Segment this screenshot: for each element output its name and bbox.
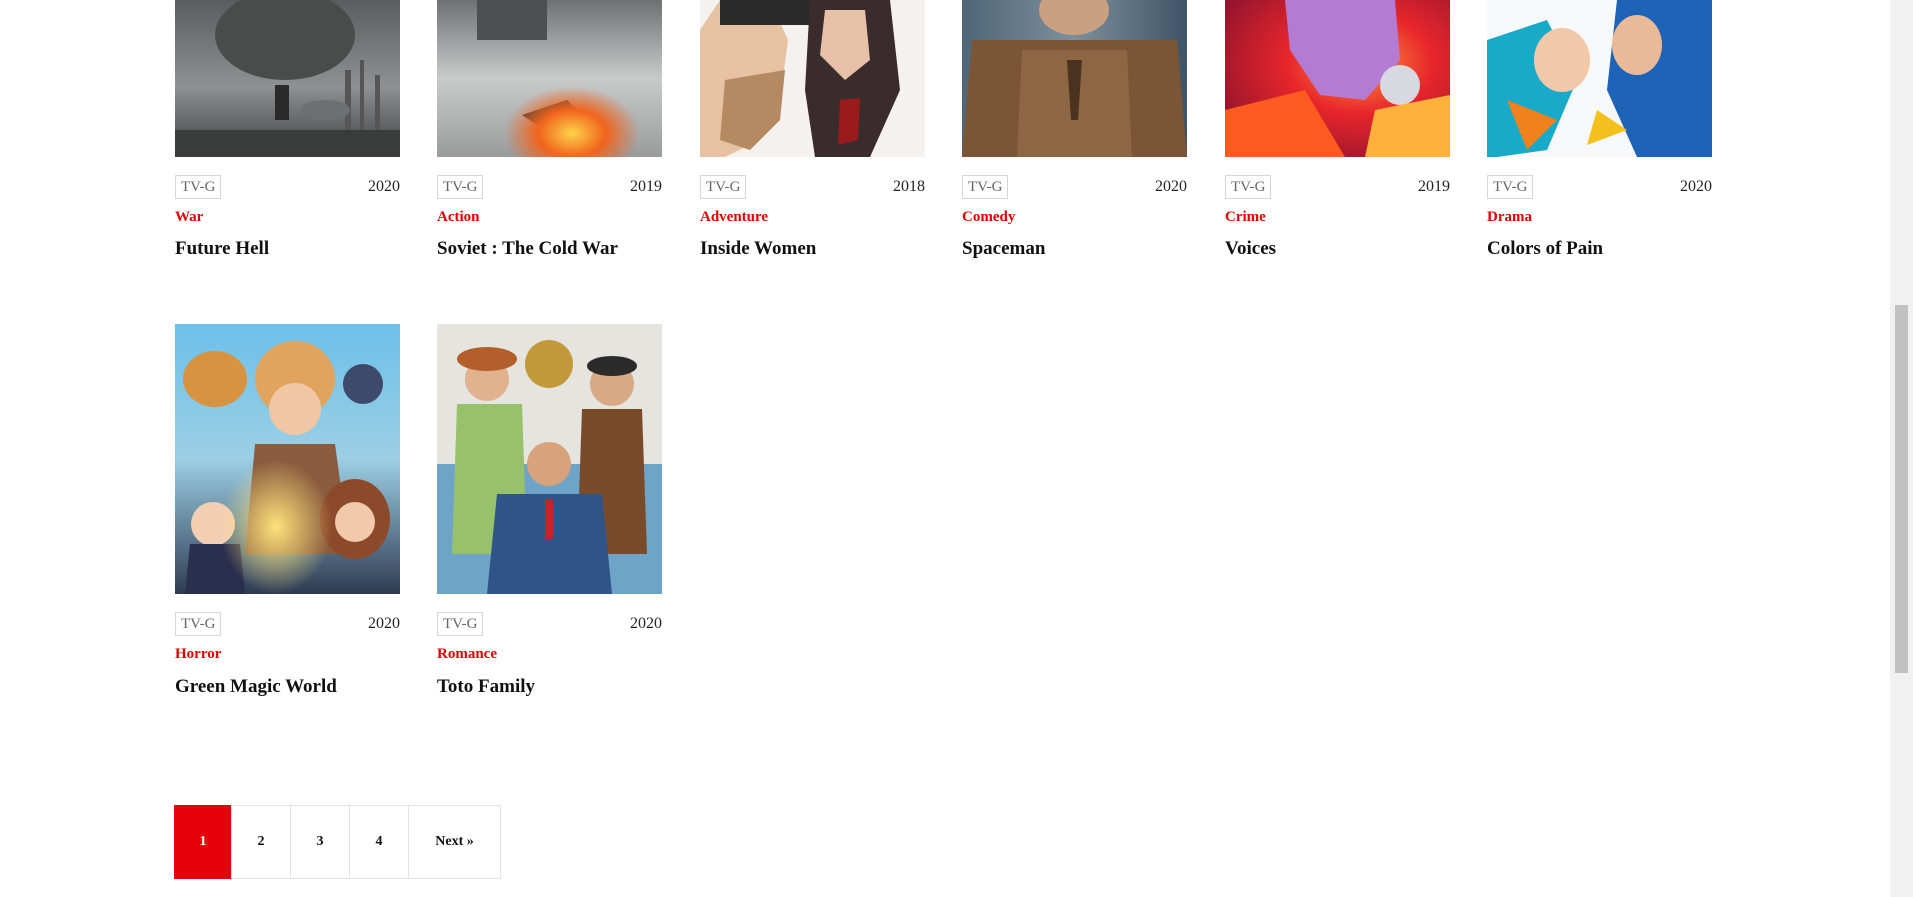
next-page-button[interactable]: Next »: [408, 805, 501, 879]
movie-card[interactable]: TV-G 2019 Crime Voices: [1225, 0, 1450, 270]
rating-badge: TV-G: [1225, 175, 1272, 199]
movie-card[interactable]: TV-G 2018 Adventure Inside Women: [700, 0, 925, 270]
movie-title[interactable]: Toto Family: [437, 676, 535, 698]
movie-card[interactable]: TV-G 2020 Comedy Spaceman: [962, 0, 1187, 270]
movie-title[interactable]: Spaceman: [962, 238, 1045, 260]
genre-link[interactable]: Comedy: [962, 209, 1015, 226]
release-year: 2019: [1418, 178, 1450, 195]
release-year: 2020: [1680, 178, 1712, 195]
movie-title[interactable]: Green Magic World: [175, 676, 337, 698]
release-year: 2020: [368, 615, 400, 632]
movie-poster[interactable]: [1487, 0, 1712, 157]
movie-poster[interactable]: [1225, 0, 1450, 157]
release-year: 2018: [893, 178, 925, 195]
genre-link[interactable]: Horror: [175, 646, 221, 663]
page-4-button[interactable]: 4: [349, 805, 409, 879]
rating-badge: TV-G: [962, 175, 1009, 199]
rating-badge: TV-G: [1487, 175, 1534, 199]
page-1-button[interactable]: 1: [174, 805, 232, 879]
page-3-button[interactable]: 3: [290, 805, 350, 879]
genre-link[interactable]: Crime: [1225, 209, 1266, 226]
rating-badge: TV-G: [700, 175, 747, 199]
vertical-scrollbar[interactable]: [1890, 0, 1913, 897]
movie-title[interactable]: Voices: [1225, 238, 1276, 260]
movie-poster[interactable]: [175, 324, 400, 594]
genre-link[interactable]: Adventure: [700, 209, 768, 226]
movie-card[interactable]: TV-G 2020 Horror Green Magic World: [175, 0, 400, 710]
movie-grid: TV-G 2020 War Future Hell TV-G 2019 Acti…: [0, 0, 1890, 897]
scrollbar-thumb[interactable]: [1895, 305, 1908, 673]
release-year: 2020: [630, 615, 662, 632]
movie-poster[interactable]: [700, 0, 925, 157]
genre-link[interactable]: Drama: [1487, 209, 1532, 226]
rating-badge: TV-G: [175, 612, 222, 636]
pagination: 1 2 3 4 Next »: [174, 805, 501, 879]
movie-title[interactable]: Inside Women: [700, 238, 816, 260]
movie-poster[interactable]: [962, 0, 1187, 157]
movie-title[interactable]: Colors of Pain: [1487, 238, 1603, 260]
page-2-button[interactable]: 2: [231, 805, 291, 879]
rating-badge: TV-G: [437, 612, 484, 636]
movie-poster[interactable]: [437, 324, 662, 594]
release-year: 2020: [1155, 178, 1187, 195]
movie-card[interactable]: TV-G 2020 Romance Toto Family: [437, 0, 662, 710]
movie-card[interactable]: TV-G 2020 Drama Colors of Pain: [1487, 0, 1712, 270]
genre-link[interactable]: Romance: [437, 646, 497, 663]
